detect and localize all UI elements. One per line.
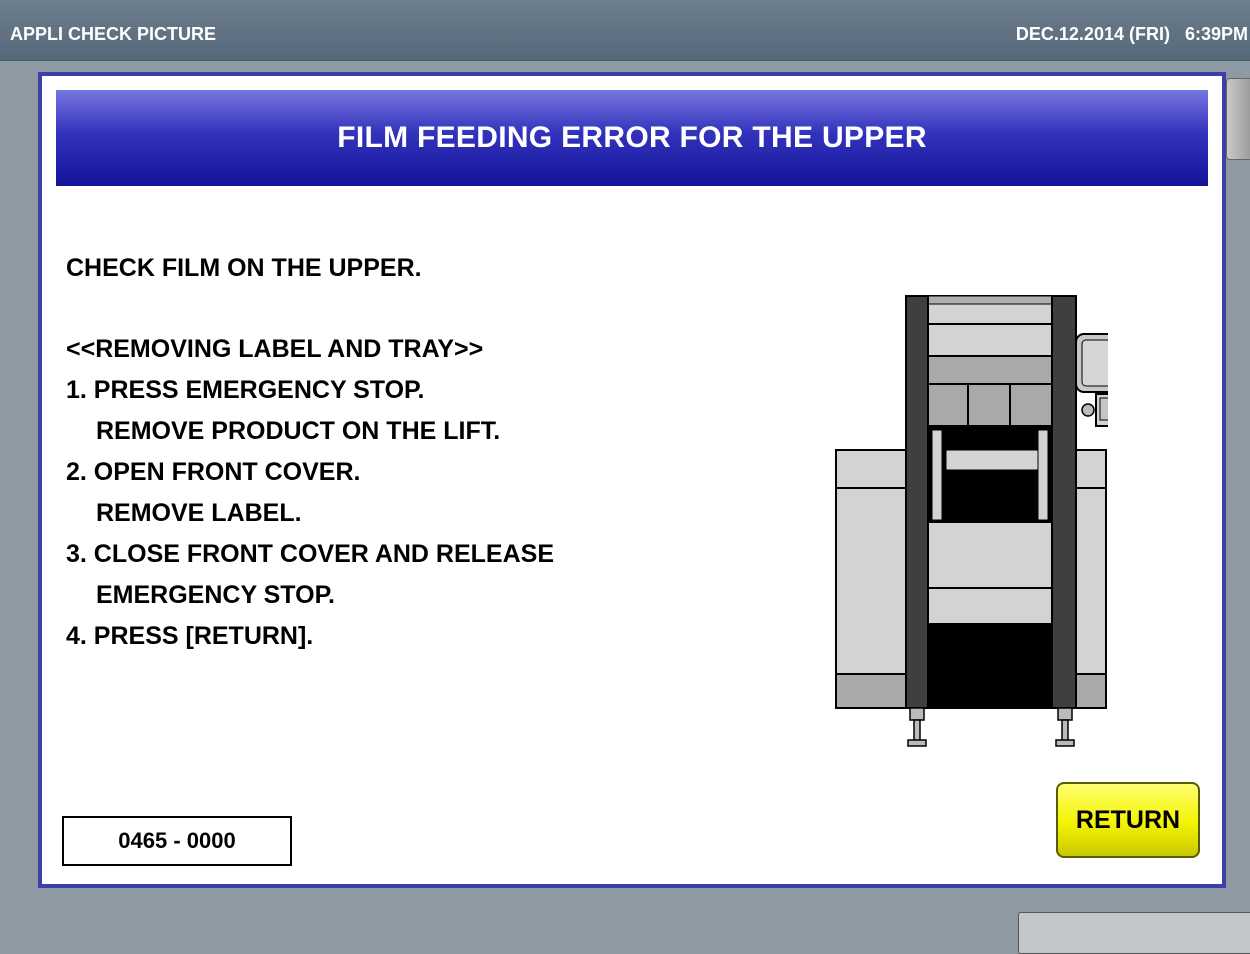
- instruction-heading: <<REMOVING LABEL AND TRAY>>: [66, 335, 484, 363]
- instruction-step-3: 3. CLOSE FRONT COVER AND RELEASE: [66, 540, 555, 568]
- instruction-step-4: 4. PRESS [RETURN].: [66, 622, 314, 650]
- instruction-check-film: CHECK FILM ON THE UPPER.: [66, 254, 422, 282]
- instruction-step-2: 2. OPEN FRONT COVER.: [66, 458, 361, 486]
- side-scroll-tab[interactable]: [1226, 78, 1250, 160]
- packaging-machine-icon: [835, 295, 1108, 747]
- instruction-step-3-detail: EMERGENCY STOP.: [96, 581, 335, 609]
- instruction-step-1-detail: REMOVE PRODUCT ON THE LIFT.: [96, 417, 501, 445]
- title-bar: APPLI CHECK PICTURE DEC.12.2014 (FRI) 6:…: [0, 0, 1250, 61]
- instruction-step-2-detail: REMOVE LABEL.: [96, 499, 302, 527]
- error-dialog: FILM FEEDING ERROR FOR THE UPPER CHECK F…: [38, 72, 1226, 888]
- instructions: CHECK FILM ON THE UPPER. <<REMOVING LABE…: [66, 248, 786, 657]
- dialog-header: FILM FEEDING ERROR FOR THE UPPER: [56, 90, 1208, 186]
- dialog-title: FILM FEEDING ERROR FOR THE UPPER: [337, 121, 927, 154]
- date-time: DEC.12.2014 (FRI) 6:39PM: [1015, 24, 1248, 44]
- error-code-box: 0465 - 0000: [62, 816, 292, 866]
- bottom-tab[interactable]: [1018, 912, 1250, 954]
- app-title: APPLI CHECK PICTURE: [10, 24, 217, 44]
- return-button[interactable]: RETURN: [1056, 782, 1200, 858]
- instruction-step-1: 1. PRESS EMERGENCY STOP.: [66, 376, 425, 404]
